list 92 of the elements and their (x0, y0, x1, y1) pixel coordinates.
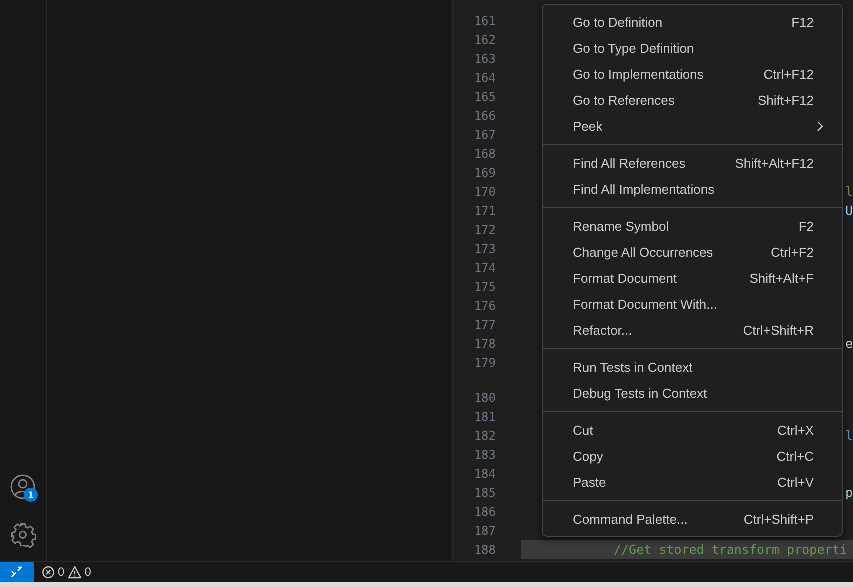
menu-item[interactable]: Rename Symbol F2 (543, 213, 842, 239)
shortcut-text: Shift+Alt+F (750, 270, 814, 286)
menu-label: Go to References (573, 92, 676, 108)
menu-item[interactable]: Peek (543, 113, 842, 139)
shortcut-text: Ctrl+X (778, 422, 814, 438)
menu-label: Go to Type Definition (573, 40, 696, 56)
shortcut-text: Ctrl+F2 (771, 244, 814, 260)
line-number: 185 (473, 486, 496, 500)
line-number: 172 (473, 222, 496, 236)
line-number: 187 (473, 524, 496, 538)
line-number: 166 (473, 108, 496, 122)
line-number: 186 (473, 504, 496, 518)
error-count: 0 (58, 565, 65, 580)
account-icon[interactable] (10, 474, 36, 500)
warning-count: 0 (84, 565, 92, 580)
remote-icon (10, 565, 24, 580)
line-number: 170 (473, 184, 496, 198)
menu-item[interactable]: Cut Ctrl+X (543, 417, 842, 443)
menu-label: Command Palette... (573, 512, 689, 526)
notification-badge: 1 (24, 488, 38, 502)
menu-label: Go to Implementations (573, 66, 705, 82)
code-text: l (845, 184, 853, 199)
line-number: 175 (473, 280, 496, 294)
menu-label: Find All Implementations (573, 182, 716, 196)
code-text: p (845, 485, 853, 500)
menu-label: Debug Tests in Context (573, 386, 708, 400)
menu-item[interactable]: Go to Type Definition (543, 35, 842, 61)
menu-item[interactable]: Go to Implementations Ctrl+F12 (543, 61, 842, 87)
menu-item[interactable]: Format Document Shift+Alt+F (543, 265, 842, 291)
menu-label: Run Tests in Context (573, 360, 694, 374)
line-number: 180 (473, 390, 496, 404)
shortcut-text: Ctrl+V (778, 474, 814, 490)
menu-label: Format Document (573, 270, 678, 286)
menu-label: Change All Occurrences (573, 244, 714, 260)
shortcut-text: Shift+F12 (758, 92, 814, 108)
menu-item[interactable]: Go to Definition F12 (543, 9, 842, 35)
menu-label: Rename Symbol (573, 218, 670, 234)
settings-icon[interactable] (10, 522, 36, 548)
shortcut-text: Shift+Alt+F12 (735, 156, 814, 170)
line-number: 162 (473, 32, 496, 46)
line-number: 169 (473, 166, 496, 180)
code-text: e (845, 336, 853, 351)
menu-item[interactable]: Command Palette... Ctrl+Shift+P (543, 506, 842, 532)
menu-label: Format Document With... (573, 296, 718, 312)
shortcut-text: F2 (798, 218, 814, 234)
line-number: 173 (473, 242, 496, 256)
line-number: 178 (473, 336, 496, 350)
menu-item[interactable]: Format Document With... (543, 291, 842, 317)
code-text: //Get stored transform properti (614, 542, 848, 557)
code-text: U (845, 203, 853, 218)
line-number: 188 (473, 542, 496, 556)
line-number: 167 (473, 128, 496, 142)
menu-item[interactable]: Find All Implementations (543, 176, 842, 202)
line-number: 181 (473, 410, 496, 424)
menu-item[interactable]: Copy Ctrl+C (543, 443, 842, 469)
menu-item[interactable]: Refactor... Ctrl+Shift+R (543, 317, 842, 343)
menu-label: Cut (573, 422, 594, 438)
line-number: 168 (473, 146, 496, 160)
line-number: 179 (473, 356, 496, 370)
menu-item[interactable]: Paste Ctrl+V (543, 469, 842, 495)
line-number: 183 (473, 448, 496, 462)
shortcut-text: Ctrl+Shift+P (744, 512, 814, 526)
menu-label: Paste (573, 474, 608, 490)
line-number: 182 (473, 428, 496, 442)
warning-icon (68, 566, 82, 579)
line-number: 164 (473, 70, 496, 84)
line-number: 176 (473, 298, 496, 312)
menu-item[interactable]: Go to References Shift+F12 (543, 87, 842, 113)
menu-item[interactable]: Find All References Shift+Alt+F12 (543, 150, 842, 176)
problems-button[interactable]: 0 0 (34, 565, 100, 580)
line-number: 171 (473, 204, 496, 218)
menu-item[interactable]: Change All Occurrences Ctrl+F2 (543, 239, 842, 265)
menu-item[interactable]: Debug Tests in Context (543, 380, 842, 406)
shortcut-text: Ctrl+F12 (764, 66, 814, 82)
shortcut-text: Ctrl+Shift+R (743, 322, 814, 338)
error-icon (42, 566, 55, 579)
line-number: 163 (473, 52, 496, 66)
line-number: 161 (473, 14, 496, 28)
menu-label: Go to Definition (573, 14, 664, 30)
code-text: l (845, 428, 853, 443)
menu-label: Find All References (573, 156, 687, 170)
shortcut-text: F12 (792, 14, 814, 30)
line-number: 165 (473, 90, 496, 104)
menu-label: Copy (573, 448, 604, 464)
line-number: 177 (473, 318, 496, 332)
shortcut-text: Ctrl+C (776, 448, 814, 464)
remote-button[interactable] (0, 562, 34, 582)
menu-item[interactable]: Run Tests in Context (543, 354, 842, 380)
line-number: 184 (473, 466, 496, 480)
menu-label: Refactor... (573, 322, 634, 338)
line-number: 174 (473, 260, 496, 274)
menu-label: Peek (573, 118, 604, 134)
